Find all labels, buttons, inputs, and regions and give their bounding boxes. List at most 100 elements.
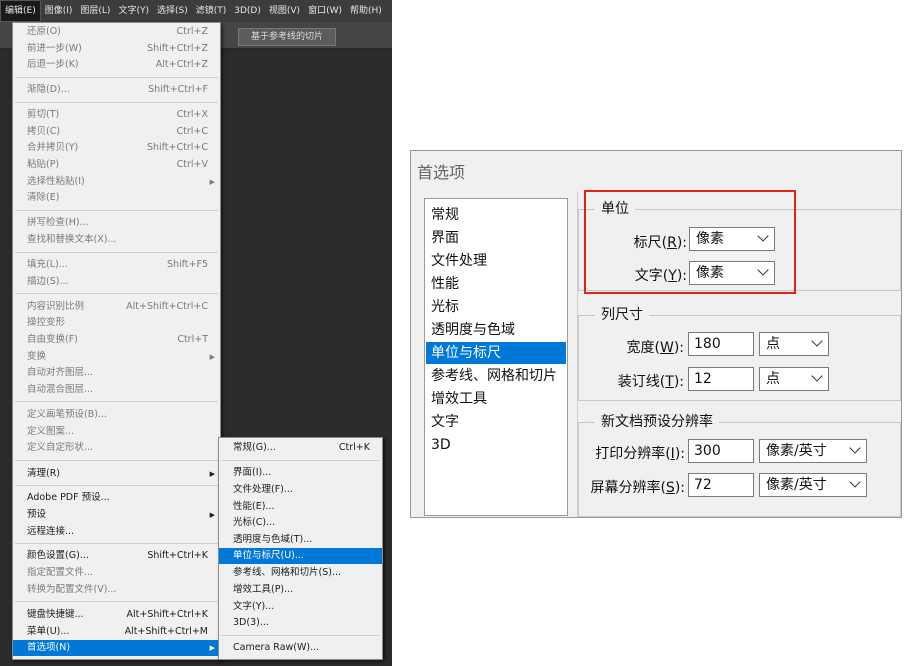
menu-item-paste-special[interactable]: 选择性粘贴(I) ▶ (13, 174, 220, 190)
column-width-input[interactable]: 180 (688, 332, 754, 356)
menu-edit[interactable]: 编辑(E) (0, 0, 41, 22)
menu-separator (15, 460, 218, 461)
sidebar-item-performance[interactable]: 性能 (426, 273, 566, 295)
menu-item-auto-align-layers[interactable]: 自动对齐图层... (13, 365, 220, 381)
slices-from-guides-button[interactable]: 基于参考线的切片 (238, 28, 336, 46)
submenu-arrow-icon: ▶ (209, 511, 215, 519)
print-resolution-label: 打印分辨率(I): (595, 446, 685, 462)
gutter-input[interactable]: 12 (688, 367, 754, 391)
menu-item-remote-connections[interactable]: 远程连接... (13, 524, 220, 540)
menu-item-clear[interactable]: 清除(E) (13, 190, 220, 206)
menu-item-define-shape[interactable]: 定义自定形状... (13, 440, 220, 456)
menu-item-define-pattern[interactable]: 定义图案... (13, 424, 220, 440)
submenu-item-interface[interactable]: 界面(I)... (219, 465, 382, 481)
menu-window[interactable]: 窗口(W) (304, 0, 346, 22)
menu-type[interactable]: 文字(Y) (114, 0, 153, 22)
screen-resolution-label: 屏幕分辨率(S): (590, 480, 685, 496)
menu-item-color-settings[interactable]: 颜色设置(G)... Shift+Ctrl+K (13, 548, 220, 564)
menu-select[interactable]: 选择(S) (153, 0, 192, 22)
menu-separator (15, 485, 218, 486)
menu-help[interactable]: 帮助(H) (346, 0, 386, 22)
menu-item-fill[interactable]: 填充(L)... Shift+F5 (13, 257, 220, 273)
gutter-unit-select[interactable]: 点 (759, 367, 829, 391)
menu-item-copy-merged[interactable]: 合并拷贝(Y) Shift+Ctrl+C (13, 140, 220, 156)
menu-item-puppet-warp[interactable]: 操控变形 (13, 315, 220, 331)
sidebar-item-plugins[interactable]: 增效工具 (426, 388, 566, 410)
menu-item-stroke[interactable]: 描边(S)... (13, 274, 220, 290)
sidebar-item-units-rulers[interactable]: 单位与标尺 (426, 342, 566, 364)
gutter-label: 装订线(T): (617, 374, 684, 390)
menu-item-convert-profile[interactable]: 转换为配置文件(V)... (13, 582, 220, 598)
menu-separator (15, 252, 218, 253)
menu-item-find-replace[interactable]: 查找和替换文本(X)... (13, 232, 220, 248)
menu-item-free-transform[interactable]: 自由变换(F) Ctrl+T (13, 332, 220, 348)
menu-separator (15, 210, 218, 211)
submenu-item-performance[interactable]: 性能(E)... (219, 499, 382, 515)
menu-item-auto-blend-layers[interactable]: 自动混合图层... (13, 382, 220, 398)
menu-item-cut[interactable]: 剪切(T) Ctrl+X (13, 107, 220, 123)
sidebar-item-cursors[interactable]: 光标 (426, 296, 566, 318)
print-resolution-input[interactable]: 300 (688, 439, 754, 463)
submenu-item-guides-grid-slices[interactable]: 参考线、网格和切片(S)... (219, 565, 382, 581)
menu-item-pdf-presets[interactable]: Adobe PDF 预设... (13, 490, 220, 506)
menu-3d[interactable]: 3D(D) (230, 0, 265, 22)
menu-filter[interactable]: 滤镜(T) (192, 0, 231, 22)
menu-image[interactable]: 图像(I) (41, 0, 77, 22)
submenu-item-general[interactable]: 常规(G)... Ctrl+K (219, 440, 382, 456)
sidebar-item-guides-grid-slices[interactable]: 参考线、网格和切片 (426, 365, 566, 387)
submenu-item-transparency[interactable]: 透明度与色域(T)... (219, 532, 382, 548)
menu-separator (221, 635, 380, 636)
submenu-item-camera-raw[interactable]: Camera Raw(W)... (219, 640, 382, 656)
edit-menu: 还原(O) Ctrl+Z 前进一步(W) Shift+Ctrl+Z 后退一步(K) A… (12, 22, 221, 660)
preferences-submenu: 常规(G)... Ctrl+K 界面(I)... 文件处理(F)... 性能(E)… (218, 437, 383, 660)
submenu-item-plugins[interactable]: 增效工具(P)... (219, 582, 382, 598)
chevron-down-icon (811, 370, 823, 382)
menu-item-define-brush[interactable]: 定义画笔预设(B)... (13, 407, 220, 423)
menu-item-purge[interactable]: 清理(R) ▶ (13, 466, 220, 482)
menu-separator (15, 401, 218, 402)
menu-item-step-forward[interactable]: 前进一步(W) Shift+Ctrl+Z (13, 41, 220, 57)
units-highlight-box (584, 190, 796, 294)
menu-item-fade[interactable]: 渐隐(D)... Shift+Ctrl+F (13, 82, 220, 98)
menu-item-transform[interactable]: 变换 ▶ (13, 349, 220, 365)
menu-item-preferences[interactable]: 首选项(N) ▶ (13, 640, 220, 656)
menu-separator (221, 460, 380, 461)
menu-separator (15, 293, 218, 294)
dialog-title: 首选项 (417, 163, 466, 182)
submenu-arrow-icon: ▶ (209, 178, 215, 186)
column-width-unit-select[interactable]: 点 (759, 332, 829, 356)
screen-resolution-input[interactable]: 72 (688, 473, 754, 497)
submenu-item-3d[interactable]: 3D(3)... (219, 615, 382, 631)
submenu-arrow-icon: ▶ (209, 353, 215, 361)
sidebar-item-file-handling[interactable]: 文件处理 (426, 250, 566, 272)
column-size-group-title: 列尺寸 (595, 305, 649, 325)
submenu-item-type[interactable]: 文字(Y)... (219, 599, 382, 615)
menu-item-assign-profile[interactable]: 指定配置文件... (13, 565, 220, 581)
submenu-item-file-handling[interactable]: 文件处理(F)... (219, 482, 382, 498)
submenu-item-units-rulers[interactable]: 单位与标尺(U)... (219, 548, 382, 564)
sidebar-item-type[interactable]: 文字 (426, 411, 566, 433)
menu-item-step-backward[interactable]: 后退一步(K) Alt+Ctrl+Z (13, 57, 220, 73)
sidebar-item-3d[interactable]: 3D (426, 434, 566, 456)
chevron-down-icon (849, 442, 861, 454)
menu-item-paste[interactable]: 粘贴(P) Ctrl+V (13, 157, 220, 173)
new-doc-resolution-group: 新文档预设分辨率 (578, 412, 901, 517)
sidebar-item-transparency[interactable]: 透明度与色域 (426, 319, 566, 341)
sidebar-item-interface[interactable]: 界面 (426, 227, 566, 249)
sidebar-item-general[interactable]: 常规 (426, 204, 566, 226)
menu-item-keyboard-shortcuts[interactable]: 键盘快捷键... Alt+Shift+Ctrl+K (13, 607, 220, 623)
submenu-item-cursors[interactable]: 光标(C)... (219, 515, 382, 531)
screen-resolution-unit-select[interactable]: 像素/英寸 (759, 473, 867, 497)
photoshop-window: 编辑(E) 图像(I) 图层(L) 文字(Y) 选择(S) 滤镜(T) 3D(D… (0, 0, 392, 666)
menu-view[interactable]: 视图(V) (265, 0, 304, 22)
menu-item-menus[interactable]: 菜单(U)... Alt+Shift+Ctrl+M (13, 624, 220, 640)
menu-item-check-spelling[interactable]: 拼写检查(H)... (13, 215, 220, 231)
menu-item-presets[interactable]: 预设 ▶ (13, 507, 220, 523)
print-resolution-unit-select[interactable]: 像素/英寸 (759, 439, 867, 463)
menu-layer[interactable]: 图层(L) (76, 0, 114, 22)
menu-item-undo[interactable]: 还原(O) Ctrl+Z (13, 24, 220, 40)
menu-item-copy[interactable]: 拷贝(C) Ctrl+C (13, 124, 220, 140)
menu-item-content-aware-scale[interactable]: 内容识别比例 Alt+Shift+Ctrl+C (13, 299, 220, 315)
menu-separator (15, 543, 218, 544)
submenu-arrow-icon: ▶ (209, 470, 215, 478)
